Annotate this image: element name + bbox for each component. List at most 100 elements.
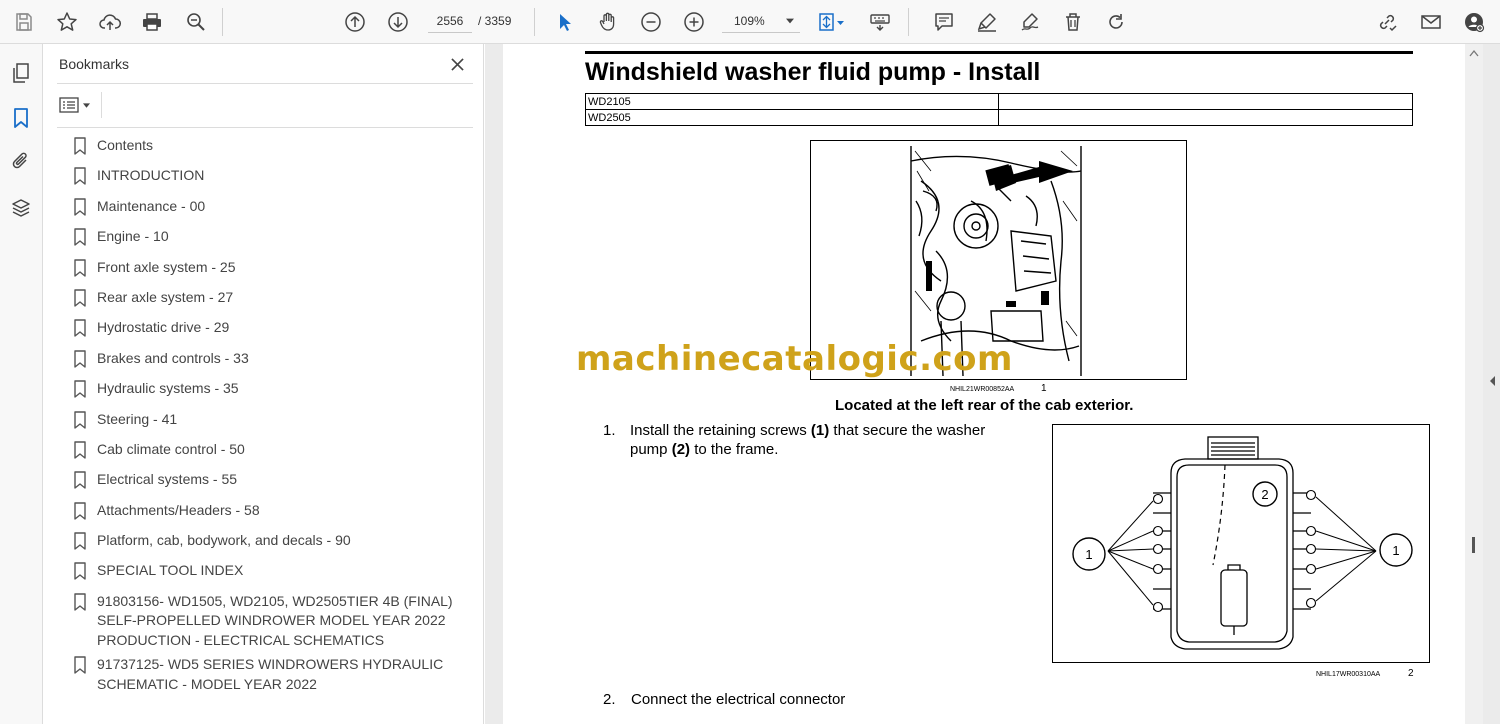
- bookmark-item[interactable]: Hydrostatic drive - 29: [73, 318, 468, 348]
- layers-icon[interactable]: [9, 196, 33, 220]
- bookmark-panel-icon[interactable]: [9, 106, 33, 130]
- attachment-paperclip-icon[interactable]: [9, 149, 33, 173]
- expand-right-panel-arrow-icon[interactable]: [1487, 374, 1497, 388]
- callout-label: 1: [1392, 543, 1399, 558]
- chevron-down-icon: [83, 102, 90, 108]
- model-cell: WD2105: [585, 93, 999, 110]
- zoom-level-dropdown[interactable]: 109%: [722, 9, 800, 33]
- bookmark-label: Cab climate control - 50: [97, 440, 245, 457]
- bookmark-label: Attachments/Headers - 58: [97, 501, 260, 518]
- bookmark-item[interactable]: Engine - 10: [73, 227, 468, 257]
- page-title: Windshield washer fluid pump - Install: [585, 58, 1041, 86]
- step-number: 2.: [603, 691, 616, 708]
- step-instruction: Install the retaining screws (1) that se…: [630, 422, 986, 458]
- bookmark-icon: [74, 289, 86, 307]
- share-link-icon[interactable]: [1373, 8, 1401, 36]
- model-table: WD2105 WD2505: [585, 93, 1413, 126]
- bookmark-item[interactable]: Front axle system - 25: [73, 258, 468, 288]
- bookmark-item[interactable]: Rear axle system - 27: [73, 288, 468, 318]
- navigation-rail: [0, 44, 43, 724]
- bookmark-icon: [74, 198, 86, 216]
- bookmark-item[interactable]: SPECIAL TOOL INDEX: [73, 561, 468, 591]
- figure-code: NHIL21WR00852AA: [950, 386, 1015, 393]
- highlight-pen-icon[interactable]: [973, 8, 1001, 36]
- bookmark-item[interactable]: 91803156- WD1505, WD2105, WD2505TIER 4B …: [73, 592, 468, 651]
- bookmark-icon: [74, 656, 86, 675]
- figure-number: 1: [1041, 383, 1047, 394]
- zoom-level-value: 109%: [734, 13, 765, 28]
- bookmark-icon: [74, 532, 86, 550]
- bookmark-icon: [74, 410, 86, 429]
- watermark: machinecatalogic.com: [576, 339, 1013, 379]
- keyboard-icon[interactable]: [866, 8, 894, 36]
- cloud-upload-icon[interactable]: [96, 8, 124, 36]
- scroll-up-arrow-icon[interactable]: [1468, 48, 1480, 58]
- bookmark-label: Contents: [97, 137, 154, 153]
- bookmark-label: INTRODUCTION: [97, 167, 205, 184]
- figure-caption: Located at the left rear of the cab exte…: [835, 397, 1134, 414]
- trash-icon[interactable]: [1059, 8, 1087, 36]
- fit-page-icon[interactable]: [813, 8, 851, 36]
- bookmark-icon: [74, 228, 86, 246]
- bookmark-icon: [74, 350, 86, 368]
- sign-pen-icon[interactable]: [1016, 8, 1044, 36]
- previous-page-icon[interactable]: [341, 8, 369, 36]
- panel-title: Bookmarks: [59, 56, 130, 72]
- comment-icon[interactable]: [930, 8, 958, 36]
- bookmark-label: Engine - 10: [97, 228, 169, 245]
- vertical-scrollbar[interactable]: [1465, 44, 1483, 724]
- bookmark-item[interactable]: 91737125- WD5 SERIES WINDROWERS HYDRAULI…: [73, 655, 468, 694]
- email-icon[interactable]: [1417, 8, 1445, 36]
- bookmark-label: Maintenance - 00: [97, 197, 206, 214]
- bookmark-icon: [74, 501, 86, 520]
- bookmark-icon: [74, 562, 86, 581]
- zoom-in-icon[interactable]: [680, 8, 708, 36]
- callout-label: 1: [1085, 547, 1092, 562]
- bookmark-item[interactable]: Cab climate control - 50: [73, 440, 468, 470]
- bookmark-item[interactable]: Electrical systems - 55: [73, 470, 468, 500]
- account-user-icon[interactable]: [1460, 8, 1488, 36]
- bookmark-label: Hydraulic systems - 35: [97, 380, 239, 397]
- bookmark-label: SPECIAL TOOL INDEX: [97, 562, 244, 579]
- zoom-search-icon[interactable]: [182, 8, 210, 36]
- save-icon[interactable]: [10, 8, 38, 36]
- select-cursor-icon[interactable]: [551, 8, 579, 36]
- bookmark-list: Contents INTRODUCTION Maintenance - 00 Engi…: [73, 136, 468, 699]
- bookmark-label: Platform, cab, bodywork, and decals - 90: [97, 532, 351, 549]
- star-icon[interactable]: [53, 8, 81, 36]
- redo-icon[interactable]: [1102, 8, 1130, 36]
- callout-label: 2: [1261, 487, 1268, 502]
- bookmark-label: 91803156- WD1505, WD2105, WD2505TIER 4B …: [97, 592, 453, 648]
- bookmark-label: Front axle system - 25: [97, 258, 236, 275]
- bookmark-item[interactable]: Platform, cab, bodywork, and decals - 90: [73, 531, 468, 561]
- step-instruction: Connect the electrical connector: [631, 691, 846, 708]
- bookmark-icon: [74, 593, 86, 611]
- page-total: / 3359: [478, 14, 512, 28]
- print-icon[interactable]: [138, 8, 166, 36]
- close-icon[interactable]: [447, 54, 467, 74]
- pdf-page: Windshield washer fluid pump - Install W…: [503, 44, 1465, 724]
- bookmark-label: Hydrostatic drive - 29: [97, 319, 230, 336]
- bookmark-item[interactable]: Contents: [73, 136, 468, 166]
- bookmark-item[interactable]: Hydraulic systems - 35: [73, 379, 468, 409]
- washer-reservoir-illustration: 1 1 2: [1052, 424, 1430, 663]
- document-viewport: Windshield washer fluid pump - Install W…: [485, 44, 1500, 724]
- page-thumbnails-icon[interactable]: [9, 61, 33, 85]
- step-number: 1.: [603, 422, 616, 439]
- bookmark-icon: [74, 471, 86, 489]
- bookmark-item[interactable]: Maintenance - 00: [73, 197, 468, 227]
- next-page-icon[interactable]: [384, 8, 412, 36]
- bookmark-label: Electrical systems - 55: [97, 471, 238, 488]
- hand-tool-icon[interactable]: [594, 8, 622, 36]
- scrollbar-thumb[interactable]: [1472, 537, 1475, 553]
- bookmark-item[interactable]: Steering - 41: [73, 410, 468, 440]
- table-row: WD2105: [585, 93, 1413, 110]
- bookmark-item[interactable]: Brakes and controls - 33: [73, 349, 468, 379]
- bookmark-item[interactable]: Attachments/Headers - 58: [73, 501, 468, 531]
- list-options-icon: [59, 97, 79, 113]
- bookmark-options-button[interactable]: [59, 94, 93, 116]
- bookmark-item[interactable]: INTRODUCTION: [73, 166, 468, 196]
- zoom-out-icon[interactable]: [637, 8, 665, 36]
- page-number-input[interactable]: [428, 9, 472, 33]
- chevron-down-icon: [786, 18, 794, 23]
